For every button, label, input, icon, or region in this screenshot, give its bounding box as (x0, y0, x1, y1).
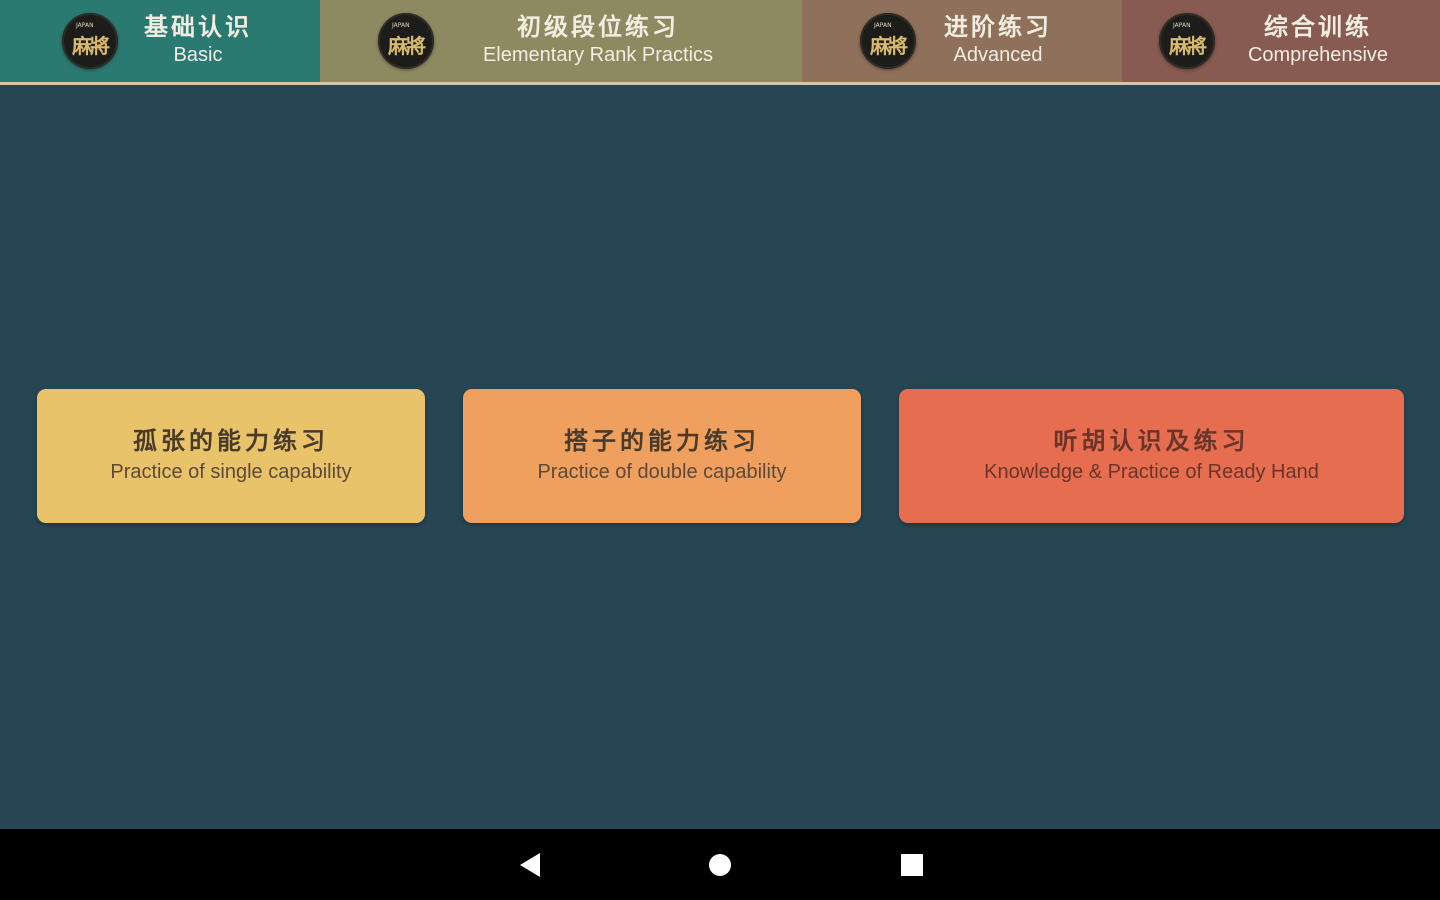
tab-elementary-zh: 初级段位练习 (517, 12, 679, 41)
tab-comprehensive-en: Comprehensive (1247, 44, 1389, 66)
single-capability-practice-button[interactable]: 孤张的能力练习 Practice of single capability (37, 389, 425, 523)
home-button[interactable] (702, 847, 738, 883)
tab-basic-text: 基础认识 Basic (118, 12, 278, 68)
logo-top-mark: JAPAN (874, 22, 892, 29)
logo-top-mark: JAPAN (392, 22, 410, 29)
logo-glyph: 麻將 (388, 33, 426, 58)
tab-comprehensive[interactable]: JAPAN 麻將 综合训练 Comprehensive (1122, 0, 1440, 82)
recents-square-icon (901, 854, 923, 876)
tab-advanced-text: 进阶练习 Advanced (920, 12, 1076, 68)
tab-basic-zh: 基础认识 (144, 12, 252, 41)
tab-elementary-text: 初级段位练习 Elementary Rank Practics (438, 12, 758, 68)
category-tab-bar: JAPAN 麻將 基础认识 Basic JAPAN 麻將 初级段位练习 Elem… (0, 0, 1440, 85)
card-title-en: Knowledge & Practice of Ready Hand (984, 461, 1319, 483)
double-capability-practice-button[interactable]: 搭子的能力练习 Practice of double capability (463, 389, 861, 523)
home-circle-icon (709, 854, 731, 876)
mahjong-logo-icon: JAPAN 麻將 (378, 13, 434, 69)
system-navigation-bar (0, 829, 1440, 900)
tab-advanced-en: Advanced (953, 44, 1043, 66)
card-title-en: Practice of single capability (110, 461, 352, 483)
mahjong-logo-icon: JAPAN 麻將 (1159, 13, 1215, 69)
ready-hand-practice-button[interactable]: 听胡认识及练习 Knowledge & Practice of Ready Ha… (899, 389, 1404, 523)
recents-button[interactable] (894, 847, 930, 883)
mahjong-logo-icon: JAPAN 麻將 (860, 13, 916, 69)
tab-advanced-zh: 进阶练习 (944, 12, 1052, 41)
tab-elementary[interactable]: JAPAN 麻將 初级段位练习 Elementary Rank Practics (320, 0, 802, 82)
card-title-zh: 孤张的能力练习 (133, 426, 329, 455)
back-triangle-icon (520, 853, 540, 877)
logo-top-mark: JAPAN (1173, 22, 1191, 29)
logo-top-mark: JAPAN (76, 22, 94, 29)
card-title-zh: 搭子的能力练习 (564, 426, 760, 455)
tab-comprehensive-zh: 综合训练 (1264, 12, 1372, 41)
logo-glyph: 麻將 (1169, 33, 1207, 58)
app-root: JAPAN 麻將 基础认识 Basic JAPAN 麻將 初级段位练习 Elem… (0, 0, 1440, 900)
logo-glyph: 麻將 (72, 33, 110, 58)
logo-glyph: 麻將 (870, 33, 908, 58)
tab-basic-en: Basic (173, 44, 223, 66)
tab-basic[interactable]: JAPAN 麻將 基础认识 Basic (0, 0, 320, 82)
tab-advanced[interactable]: JAPAN 麻將 进阶练习 Advanced (802, 0, 1122, 82)
tab-comprehensive-text: 综合训练 Comprehensive (1222, 12, 1414, 68)
tab-elementary-en: Elementary Rank Practics (482, 44, 714, 66)
card-title-zh: 听胡认识及练习 (1053, 426, 1250, 455)
back-button[interactable] (512, 847, 548, 883)
card-title-en: Practice of double capability (537, 461, 787, 483)
mahjong-logo-icon: JAPAN 麻將 (62, 13, 118, 69)
